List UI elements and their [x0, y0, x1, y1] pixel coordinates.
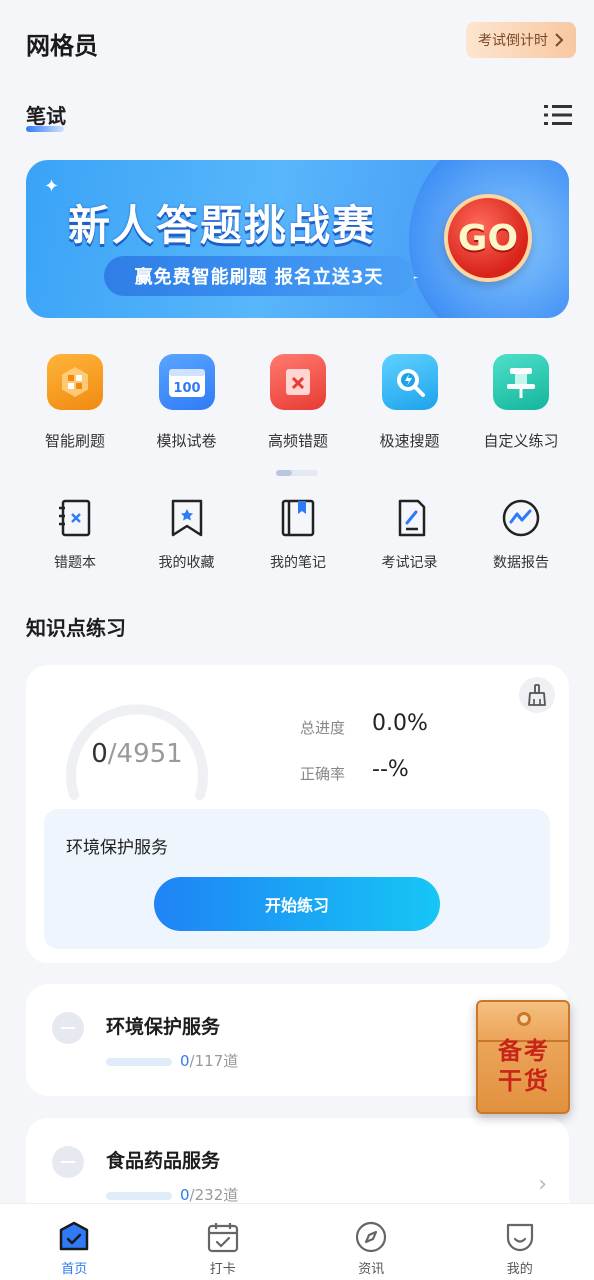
study-materials-badge[interactable]: 备考干货: [476, 1000, 570, 1114]
collapse-icon[interactable]: [52, 1012, 84, 1044]
notes-icon: [281, 499, 315, 537]
questions-total: /4951: [107, 739, 183, 769]
questions-done: 0: [91, 739, 108, 769]
clear-progress-button[interactable]: [519, 677, 555, 713]
compass-icon: [356, 1221, 387, 1253]
tool-label: 考试记录: [381, 555, 438, 571]
app-title: 网格员: [26, 32, 98, 60]
tab-label: 首页: [61, 1262, 88, 1277]
collapse-icon[interactable]: [52, 1146, 84, 1178]
mock-exam-icon: 100: [158, 354, 215, 410]
study-materials-text: 备考干货: [498, 1037, 550, 1095]
tool-label: 错题本: [54, 555, 96, 571]
tool-label: 我的笔记: [270, 555, 326, 571]
challenge-banner[interactable]: ✦ ✦ 新人答题挑战赛 赢免费智能刷题 报名立送3天 GO: [26, 160, 569, 318]
go-button[interactable]: GO: [444, 194, 532, 282]
question-count: 0/4951: [62, 739, 212, 769]
data-report-icon: [502, 499, 540, 537]
quick-action-quick-search[interactable]: 极速搜题: [355, 354, 465, 451]
tab-label: 我的: [506, 1262, 533, 1277]
top-bar: 网格员 考试倒计时: [0, 0, 594, 80]
accuracy-value: --%: [372, 757, 409, 782]
tool-label: 我的收藏: [158, 555, 215, 571]
broom-icon: [528, 684, 546, 706]
frequent-mistakes-icon: [270, 354, 326, 410]
smart-practice-icon: [47, 354, 103, 410]
tool-exam-record[interactable]: 考试记录: [355, 498, 465, 572]
start-practice-button[interactable]: 开始练习: [154, 877, 440, 931]
quick-action-custom-practice[interactable]: 自定义练习: [466, 354, 576, 451]
tab-underline: [26, 126, 64, 132]
quick-action-label: 模拟试卷: [156, 432, 217, 450]
category-progress: 0/232道: [180, 1184, 238, 1205]
quick-action-frequent-mistakes[interactable]: 高频错题: [243, 354, 353, 451]
carousel-indicator: [276, 470, 318, 476]
category-done: 0: [180, 1052, 190, 1070]
envelope-clip-icon: [517, 1012, 531, 1026]
accuracy-label: 正确率: [300, 765, 346, 783]
category-total: /117道: [189, 1052, 239, 1070]
tool-data-report[interactable]: 数据报告: [466, 498, 576, 572]
custom-practice-icon: [493, 354, 549, 410]
category-progress-bar: [106, 1192, 172, 1200]
quick-search-icon: [381, 354, 438, 410]
category-done: 0: [180, 1186, 190, 1204]
exam-countdown-button[interactable]: 考试倒计时: [466, 22, 576, 58]
home-icon: [60, 1221, 89, 1251]
category-progress: 0/117道: [180, 1050, 238, 1071]
tool-favorites[interactable]: 我的收藏: [132, 498, 242, 572]
knowledge-section-title: 知识点练习: [26, 616, 126, 640]
tab-written-exam[interactable]: 笔试: [26, 100, 66, 129]
category-name: 食品药品服务: [106, 1150, 221, 1172]
knowledge-card: 0/4951 总进度 0.0% 正确率 --% 环境保护服务 开始练习: [26, 665, 569, 963]
quick-action-mock-exam[interactable]: 100 模拟试卷: [132, 354, 242, 451]
quick-action-label: 极速搜题: [379, 432, 440, 450]
tool-notes[interactable]: 我的笔记: [243, 498, 353, 572]
tools-row: 错题本 我的收藏 我的笔记 考试记录 数据报告: [20, 498, 576, 572]
profile-icon: [506, 1223, 533, 1252]
tab-label: 资讯: [358, 1262, 385, 1277]
tab-news[interactable]: 资讯: [297, 1204, 446, 1280]
exam-countdown-label: 考试倒计时: [478, 33, 548, 49]
chevron-right-icon[interactable]: ›: [538, 1172, 547, 1197]
quick-action-label: 自定义练习: [483, 432, 559, 450]
current-topic-panel: 环境保护服务 开始练习: [44, 809, 550, 949]
banner-subtitle: 赢免费智能刷题 报名立送3天: [104, 256, 414, 296]
current-topic-name: 环境保护服务: [66, 838, 168, 858]
bookmark-icon: [171, 499, 202, 537]
chevron-right-icon: [555, 33, 564, 47]
mistake-book-icon: [59, 499, 91, 537]
exam-record-icon: [398, 499, 425, 537]
progress-value: 0.0%: [372, 711, 428, 736]
tab-checkin[interactable]: 打卡: [149, 1204, 298, 1280]
menu-list-icon[interactable]: [544, 104, 572, 126]
tab-profile[interactable]: 我的: [446, 1204, 594, 1280]
tool-label: 数据报告: [493, 555, 549, 571]
tool-mistake-book[interactable]: 错题本: [20, 498, 130, 572]
category-name: 环境保护服务: [106, 1016, 221, 1038]
tab-home[interactable]: 首页: [0, 1204, 149, 1280]
quick-action-label: 高频错题: [267, 432, 328, 450]
calendar-check-icon: [207, 1223, 238, 1253]
svg-text:100: 100: [173, 381, 200, 396]
sparkle-icon: ✦: [44, 176, 60, 197]
category-progress-bar: [106, 1058, 172, 1066]
tab-label: 打卡: [209, 1262, 236, 1277]
quick-action-smart-practice[interactable]: 智能刷题: [20, 354, 130, 451]
bottom-tab-bar: 首页 打卡 资讯 我的: [0, 1203, 594, 1280]
progress-label: 总进度: [300, 719, 346, 737]
category-total: /232道: [189, 1186, 239, 1204]
quick-actions: 智能刷题 100 模拟试卷 高频错题 极速搜题 自定义练习: [20, 354, 576, 451]
quick-action-label: 智能刷题: [44, 432, 105, 450]
banner-title: 新人答题挑战赛: [68, 201, 377, 250]
carousel-indicator-active: [276, 470, 292, 476]
